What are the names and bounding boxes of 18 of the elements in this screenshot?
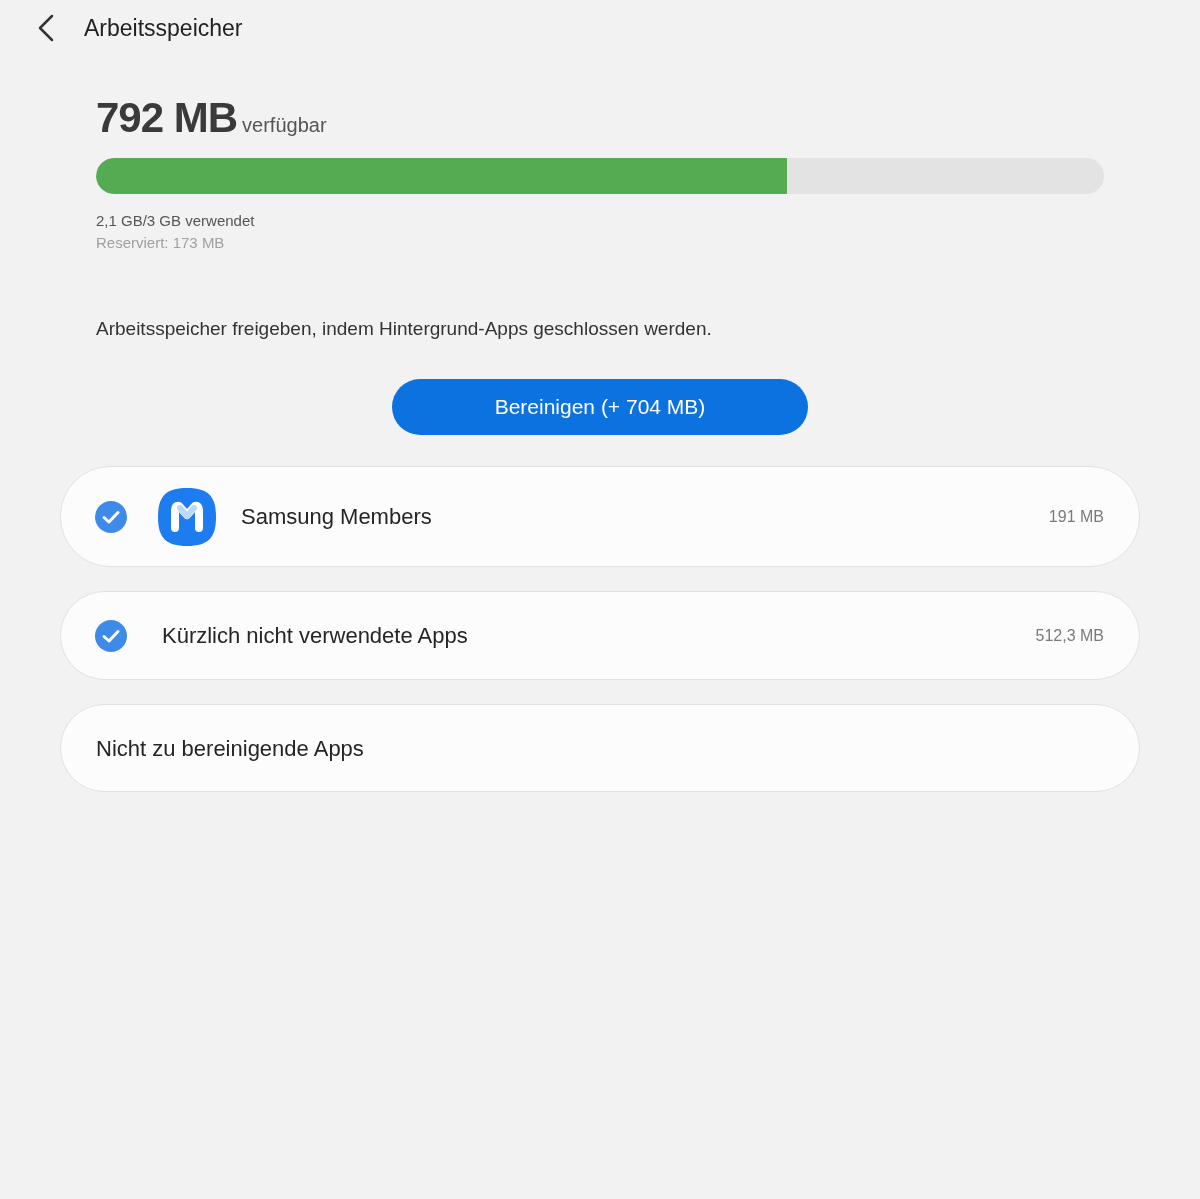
available-label: verfügbar (242, 113, 327, 138)
app-icon (158, 487, 216, 546)
checked-circle-icon[interactable] (95, 619, 127, 652)
back-icon[interactable] (36, 14, 56, 42)
memory-size: 512,3 MB (1035, 625, 1104, 646)
page-title: Arbeitsspeicher (84, 13, 243, 43)
memory-used: 2,1 GB/3 GB verwendet (96, 211, 256, 231)
group-name: Kürzlich nicht verwendete Apps (162, 622, 468, 650)
clean-button[interactable]: Bereinigen (+ 704 MB) (392, 379, 808, 435)
app-row[interactable]: Samsung Members 191 MB (60, 466, 1140, 567)
available-memory: 792 MB (96, 93, 238, 143)
app-name: Samsung Members (241, 503, 432, 531)
checked-circle-icon[interactable] (95, 500, 127, 533)
excluded-apps-link[interactable]: Nicht zu bereinigende Apps (60, 704, 1140, 792)
app-group-row[interactable]: Kürzlich nicht verwendete Apps 512,3 MB (60, 591, 1140, 680)
memory-reserved: Reserviert: 173 MB (96, 233, 226, 253)
description-text: Arbeitsspeicher freigeben, indem Hintergrund-Apps geschlossen werden. (96, 317, 713, 341)
memory-size: 191 MB (1048, 506, 1104, 527)
